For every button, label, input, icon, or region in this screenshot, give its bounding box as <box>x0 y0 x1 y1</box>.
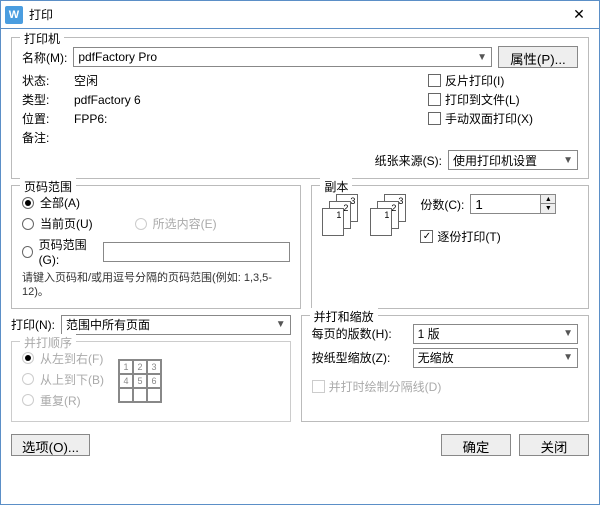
copies-section: 副本 3 2 1 3 2 1 <box>311 185 589 309</box>
titlebar: W 打印 ✕ <box>1 1 599 29</box>
pages-per-select[interactable]: 1 版 ▼ <box>413 324 578 344</box>
window-title: 打印 <box>29 6 563 23</box>
print-what-select[interactable]: 范围中所有页面 ▼ <box>61 315 291 335</box>
order-lr-radio <box>22 352 34 364</box>
location-value: FPP6: <box>74 112 420 126</box>
options-button[interactable]: 选项(O)... <box>11 434 90 456</box>
pages-per-label: 每页的版数(H): <box>312 325 407 342</box>
collate-icon: 3 2 1 3 2 1 <box>322 194 410 236</box>
range-hint: 请键入页码和/或用逗号分隔的页码范围(例如: 1,3,5-12)。 <box>22 271 290 300</box>
reverse-print-label: 反片打印(I) <box>445 72 504 89</box>
draw-lines-label: 并打时绘制分隔线(D) <box>329 378 442 395</box>
copies-count-input[interactable] <box>470 194 540 214</box>
paper-source-label: 纸张来源(S): <box>375 152 442 169</box>
merge-order-section: 并打顺序 从左到右(F) 从上到下(B) 重复(R) 123456 <box>11 341 291 422</box>
range-pages-label: 页码范围(G): <box>39 236 98 267</box>
spinner-down-icon[interactable]: ▼ <box>541 204 555 213</box>
range-pages-radio[interactable] <box>22 246 33 258</box>
spinner-up-icon[interactable]: ▲ <box>541 195 555 204</box>
printer-section-title: 打印机 <box>20 30 64 47</box>
print-to-file-checkbox[interactable] <box>428 93 441 106</box>
paper-source-select[interactable]: 使用打印机设置 ▼ <box>448 150 578 170</box>
remark-label: 备注: <box>22 129 66 146</box>
reverse-print-checkbox[interactable] <box>428 74 441 87</box>
range-current-label: 当前页(U) <box>40 215 93 232</box>
range-pages-input[interactable] <box>103 242 290 262</box>
status-value: 空闲 <box>74 72 420 89</box>
collate-checkbox[interactable] <box>420 230 433 243</box>
range-selection-label: 所选内容(E) <box>153 215 217 232</box>
order-repeat-label: 重复(R) <box>40 392 81 409</box>
order-repeat-radio <box>22 394 34 406</box>
scale-value: 无缩放 <box>418 349 454 366</box>
paper-source-value: 使用打印机设置 <box>453 152 537 169</box>
range-all-radio[interactable] <box>22 197 34 209</box>
order-tb-radio <box>22 373 34 385</box>
range-all-label: 全部(A) <box>40 194 80 211</box>
scale-select[interactable]: 无缩放 ▼ <box>413 348 578 368</box>
merge-order-title: 并打顺序 <box>20 334 76 351</box>
footer: 选项(O)... 确定 关闭 <box>11 428 589 456</box>
ok-button[interactable]: 确定 <box>441 434 511 456</box>
order-preview-icon: 123456 <box>118 359 162 403</box>
chevron-down-icon: ▼ <box>563 328 573 339</box>
close-icon[interactable]: ✕ <box>563 6 595 23</box>
print-what-value: 范围中所有页面 <box>66 316 150 333</box>
type-label: 类型: <box>22 91 66 108</box>
page-range-section: 页码范围 全部(A) 当前页(U) 所选内容(E) 页码范围(G): 请键入页码… <box>11 185 301 309</box>
print-to-file-label: 打印到文件(L) <box>445 91 520 108</box>
order-tb-label: 从上到下(B) <box>40 371 104 388</box>
collate-label: 逐份打印(T) <box>437 228 500 245</box>
merge-zoom-title: 并打和缩放 <box>310 308 378 325</box>
status-label: 状态: <box>22 72 66 89</box>
copies-title: 副本 <box>320 178 352 195</box>
copies-count-spinner[interactable]: ▲▼ <box>470 194 556 214</box>
scale-label: 按纸型缩放(Z): <box>312 349 407 366</box>
printer-section: 打印机 名称(M): pdfFactory Pro ▼ 属性(P)... 状态:… <box>11 37 589 179</box>
close-button[interactable]: 关闭 <box>519 434 589 456</box>
range-current-radio[interactable] <box>22 218 34 230</box>
printer-name-value: pdfFactory Pro <box>78 50 157 64</box>
printer-name-select[interactable]: pdfFactory Pro ▼ <box>73 47 492 67</box>
location-label: 位置: <box>22 110 66 127</box>
print-what-label: 打印(N): <box>11 316 55 333</box>
manual-duplex-checkbox[interactable] <box>428 112 441 125</box>
print-dialog: W 打印 ✕ 打印机 名称(M): pdfFactory Pro ▼ 属性(P)… <box>0 0 600 505</box>
chevron-down-icon: ▼ <box>477 52 487 63</box>
properties-button[interactable]: 属性(P)... <box>498 46 578 68</box>
merge-zoom-section: 并打和缩放 每页的版数(H): 1 版 ▼ 按纸型缩放(Z): 无缩放 ▼ <box>301 315 589 422</box>
type-value: pdfFactory 6 <box>74 93 420 107</box>
page-range-title: 页码范围 <box>20 178 76 195</box>
draw-lines-checkbox <box>312 380 325 393</box>
app-icon: W <box>5 6 23 24</box>
pages-per-value: 1 版 <box>418 325 440 342</box>
chevron-down-icon: ▼ <box>563 352 573 363</box>
copies-count-label: 份数(C): <box>420 196 464 213</box>
printer-name-label: 名称(M): <box>22 49 67 66</box>
order-lr-label: 从左到右(F) <box>40 350 103 367</box>
manual-duplex-label: 手动双面打印(X) <box>445 110 533 127</box>
chevron-down-icon: ▼ <box>276 319 286 330</box>
range-selection-radio <box>135 218 147 230</box>
chevron-down-icon: ▼ <box>563 155 573 166</box>
